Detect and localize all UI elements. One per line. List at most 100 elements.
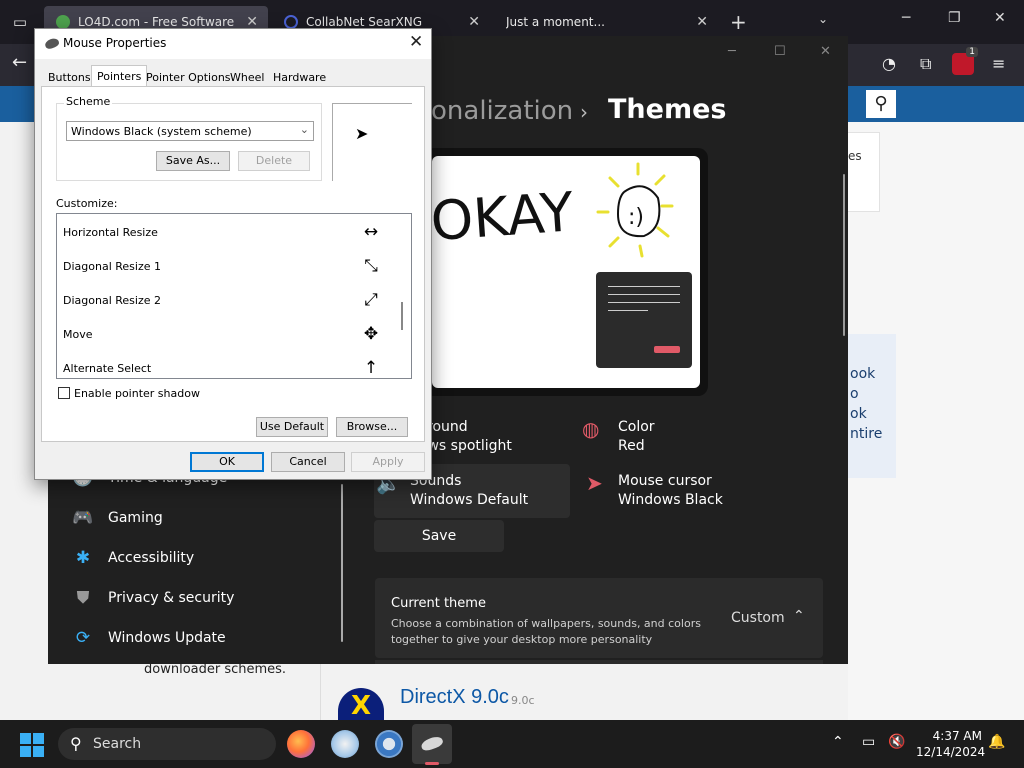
taskbar-search[interactable]: ⚲ Search bbox=[58, 728, 276, 760]
browse-button[interactable]: Browse... bbox=[336, 417, 408, 437]
notification-bell-icon[interactable]: 🔔 bbox=[988, 734, 1005, 750]
gamepad-icon: 🎮 bbox=[72, 508, 94, 528]
firefox-icon[interactable] bbox=[287, 730, 315, 758]
accessibility-icon: ✱ bbox=[75, 548, 91, 568]
move-cursor-icon: ✥ bbox=[363, 324, 379, 344]
nav-item-accessibility[interactable]: ✱ Accessibility bbox=[72, 548, 322, 584]
page-title: Themes bbox=[608, 94, 727, 125]
scheme-value: Windows Black (system scheme) bbox=[71, 125, 252, 138]
right-text-line: ook bbox=[850, 366, 876, 382]
chevron-down-icon: ⌄ bbox=[299, 123, 309, 136]
paint-icon[interactable] bbox=[331, 730, 359, 758]
lo4d-favicon-icon bbox=[56, 15, 70, 29]
chevron-up-icon[interactable]: ⌃ bbox=[793, 608, 805, 624]
network-icon[interactable]: ▭ bbox=[862, 734, 875, 750]
list-item[interactable]: Diagonal Resize 2 ⤢ bbox=[57, 282, 395, 316]
app-menu-icon[interactable]: ≡ bbox=[992, 54, 1005, 73]
use-default-button[interactable]: Use Default bbox=[256, 417, 328, 437]
mouse-icon bbox=[419, 734, 445, 753]
pointer-list[interactable]: Horizontal Resize ↔ Diagonal Resize 1 ⤡ … bbox=[56, 213, 412, 379]
right-text-line: ok bbox=[850, 406, 867, 422]
list-item[interactable]: Move ✥ bbox=[57, 316, 395, 350]
ext-badge-count: 1 bbox=[966, 47, 978, 57]
preview-mini-window bbox=[596, 272, 692, 368]
save-as-button[interactable]: Save As... bbox=[156, 151, 230, 171]
show-hidden-icons-chevron[interactable]: ⌃ bbox=[832, 734, 844, 750]
theme-preview: OKAY :) bbox=[424, 148, 708, 396]
tab-pointers[interactable]: Pointers bbox=[91, 65, 148, 87]
apply-button[interactable]: Apply bbox=[351, 452, 425, 472]
breadcrumb-personalization[interactable]: onalization bbox=[431, 96, 573, 126]
nav-item-windows-update[interactable]: ⟳ Windows Update bbox=[72, 628, 322, 664]
tab-buttons[interactable]: Buttons bbox=[43, 69, 96, 87]
tile-value: Windows Black bbox=[618, 492, 723, 508]
search-icon: ⚲ bbox=[70, 734, 82, 753]
right-card bbox=[848, 132, 880, 212]
delete-scheme-button[interactable]: Delete bbox=[238, 151, 310, 171]
browser-restore-button[interactable]: ❐ bbox=[948, 10, 961, 26]
diagonal-resize-2-cursor-icon: ⤢ bbox=[364, 290, 378, 310]
pointer-name: Move bbox=[63, 328, 93, 341]
settings-minimize-button[interactable]: ─ bbox=[728, 44, 736, 59]
save-theme-button[interactable]: Save bbox=[374, 520, 504, 552]
cancel-button[interactable]: Cancel bbox=[271, 452, 345, 472]
tab-pointer-options[interactable]: Pointer Options bbox=[141, 69, 236, 87]
browser-tab-just-a-moment[interactable]: Just a moment... ✕ bbox=[494, 6, 718, 38]
nav-item-label: Accessibility bbox=[108, 550, 195, 566]
tab-hardware[interactable]: Hardware bbox=[268, 69, 331, 87]
nav-item-label: Gaming bbox=[108, 510, 163, 526]
smiley-eyes: :) bbox=[628, 205, 644, 230]
current-theme-section[interactable]: Current theme Choose a combination of wa… bbox=[375, 578, 823, 658]
back-arrow-icon[interactable]: ← bbox=[12, 52, 27, 73]
product-title-link[interactable]: DirectX 9.0c bbox=[400, 686, 509, 709]
arrow-cursor-icon: ➤ bbox=[355, 124, 369, 143]
list-all-tabs-chevron-icon[interactable]: ⌄ bbox=[818, 12, 828, 26]
nav-item-label: Windows Update bbox=[108, 630, 226, 646]
update-icon: ⟳ bbox=[75, 628, 91, 648]
start-windows-icon[interactable] bbox=[20, 733, 44, 757]
list-item[interactable]: Horizontal Resize ↔ bbox=[57, 214, 395, 248]
tab-close-icon[interactable]: ✕ bbox=[696, 6, 708, 38]
pointer-name: Diagonal Resize 1 bbox=[63, 260, 161, 273]
ublock-origin-icon[interactable]: 1 bbox=[952, 47, 978, 75]
alternate-select-cursor-icon: ↑ bbox=[363, 358, 379, 378]
body-text-fragment: downloader schemes. bbox=[144, 662, 287, 677]
cursor-icon: ➤ bbox=[586, 471, 603, 495]
scheme-select[interactable]: Windows Black (system scheme) ⌄ bbox=[66, 121, 314, 141]
current-theme-value: Custom bbox=[731, 610, 785, 626]
tab-wheel[interactable]: Wheel bbox=[225, 69, 269, 87]
settings-gear-icon[interactable] bbox=[375, 730, 403, 758]
tile-value: Red bbox=[618, 438, 645, 454]
list-item[interactable]: Diagonal Resize 1 ⤡ bbox=[57, 248, 395, 282]
dialog-close-button[interactable]: ✕ bbox=[409, 32, 423, 52]
tab-close-icon[interactable]: ✕ bbox=[468, 6, 480, 38]
volume-muted-icon[interactable]: 🔇 bbox=[888, 734, 905, 750]
product-version: 9.0c bbox=[511, 694, 535, 707]
tab-list-icon[interactable]: ▭ bbox=[8, 10, 32, 34]
ok-button[interactable]: OK bbox=[190, 452, 264, 472]
site-search-icon[interactable]: ⚲ bbox=[866, 90, 896, 118]
pointer-name: Alternate Select bbox=[63, 362, 152, 375]
mouse-properties-taskbar-button[interactable] bbox=[412, 724, 452, 764]
list-item[interactable]: Alternate Select ↑ bbox=[57, 350, 395, 378]
clock[interactable]: 4:37 AM 12/14/2024 bbox=[916, 728, 985, 760]
list-scrollbar-thumb[interactable] bbox=[401, 302, 403, 330]
browser-minimize-button[interactable]: ─ bbox=[902, 10, 910, 26]
settings-maximize-button[interactable]: ☐ bbox=[774, 44, 786, 59]
checkbox-box[interactable] bbox=[58, 387, 70, 399]
current-theme-title: Current theme bbox=[391, 596, 486, 611]
new-tab-button[interactable]: + bbox=[730, 10, 747, 34]
dialog-title: Mouse Properties bbox=[63, 36, 167, 50]
settings-close-button[interactable]: ✕ bbox=[820, 44, 831, 59]
directx-logo[interactable]: X bbox=[338, 688, 384, 720]
extensions-puzzle-icon[interactable]: ⧉ bbox=[920, 54, 931, 74]
checkbox-label: Enable pointer shadow bbox=[74, 387, 200, 400]
speed-dial-icon[interactable]: ◔ bbox=[882, 54, 896, 73]
dialog-title-bar[interactable]: Mouse Properties ✕ bbox=[35, 29, 431, 59]
shield-icon: ⛊ bbox=[76, 588, 90, 608]
nav-scrollbar[interactable] bbox=[341, 484, 343, 642]
nav-item-privacy-security[interactable]: ⛊ Privacy & security bbox=[72, 588, 322, 624]
browser-close-button[interactable]: ✕ bbox=[994, 10, 1006, 26]
content-scrollbar[interactable] bbox=[843, 174, 845, 336]
nav-item-gaming[interactable]: 🎮 Gaming bbox=[72, 508, 322, 544]
